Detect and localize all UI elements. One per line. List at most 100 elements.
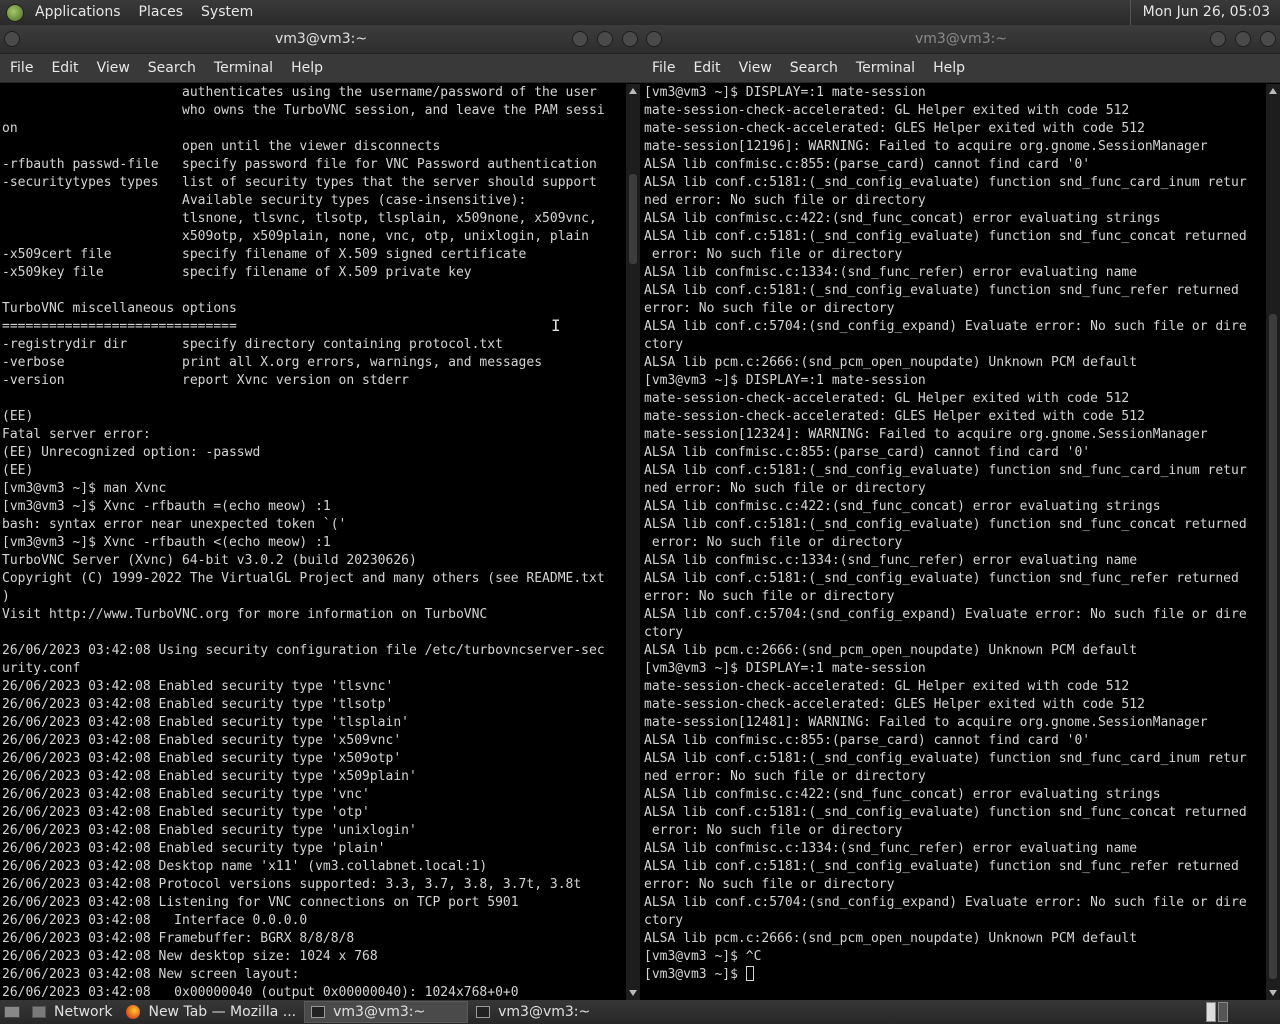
terminal-line: 26/06/2023 03:42:08 Protocol versions su… <box>2 877 582 892</box>
terminal-line: [vm3@vm3 ~]$ man Xvnc <box>2 481 167 496</box>
menu-terminal[interactable]: Terminal <box>847 60 924 76</box>
terminal-line: 26/06/2023 03:42:08 Enabled security typ… <box>2 805 370 820</box>
taskbar-item-firefox[interactable]: New Tab — Mozilla ... <box>120 1001 302 1023</box>
minimize-icon[interactable] <box>1210 31 1226 47</box>
window-titlebar[interactable]: vm3@vm3:~ <box>0 25 642 54</box>
terminal-line: -securitytypes types list of security ty… <box>2 175 597 190</box>
window-menu-icon[interactable] <box>646 31 662 47</box>
minimize-icon[interactable] <box>572 31 588 47</box>
menu-edit[interactable]: Edit <box>684 60 729 76</box>
workspace-2[interactable] <box>1218 1002 1228 1022</box>
terminal-line: 26/06/2023 03:42:08 Enabled security typ… <box>2 787 370 802</box>
show-desktop-icon[interactable] <box>4 1006 20 1018</box>
terminal-line: 26/06/2023 03:42:08 New screen layout: <box>2 967 300 982</box>
menu-edit[interactable]: Edit <box>42 60 87 76</box>
menu-file[interactable]: File <box>1 60 42 76</box>
terminal-prompt-line[interactable]: [vm3@vm3 ~]$ <box>644 966 1266 984</box>
prompt-text: [vm3@vm3 ~]$ <box>644 967 746 982</box>
terminal-output[interactable]: [vm3@vm3 ~]$ DISPLAY=:1 mate-session mate… <box>642 84 1266 1000</box>
terminal-line: 26/06/2023 03:42:08 Enabled security typ… <box>2 841 386 856</box>
scroll-down-icon[interactable] <box>1269 990 1277 996</box>
terminal-line: authenticates using the username/passwor… <box>2 85 597 100</box>
menu-search[interactable]: Search <box>139 60 205 76</box>
terminal-line: [vm3@vm3 ~]$ Xvnc -rfbauth =(echo meow) … <box>2 499 331 514</box>
menu-places[interactable]: Places <box>130 0 193 25</box>
scrollbar-thumb[interactable] <box>1269 314 1277 979</box>
taskbar-item-label: Network <box>54 1004 113 1020</box>
scrollbar[interactable] <box>1266 84 1280 1000</box>
workspace-switcher[interactable] <box>1206 1002 1228 1022</box>
menu-view[interactable]: View <box>88 60 139 76</box>
terminal-menubar: File Edit View Search Terminal Help <box>0 54 642 83</box>
menu-terminal[interactable]: Terminal <box>205 60 282 76</box>
terminal-line: ALSA lib conf.c:5181:(_snd_config_evalua… <box>644 751 1247 766</box>
menu-help[interactable]: Help <box>282 60 332 76</box>
terminal-line: mate-session[12481]: WARNING: Failed to … <box>644 715 1208 730</box>
terminal-line: 26/06/2023 03:42:08 Interface 0.0.0.0 <box>2 913 308 928</box>
maximize-icon[interactable] <box>1235 31 1251 47</box>
menu-applications[interactable]: Applications <box>26 0 130 25</box>
terminal-line: mate-session[12324]: WARNING: Failed to … <box>644 427 1208 442</box>
terminal-line: error: No such file or directory <box>644 535 903 550</box>
terminal-line: ALSA lib conf.c:5181:(_snd_config_evalua… <box>644 517 1247 532</box>
terminal-line: TurboVNC Server (Xvnc) 64-bit v3.0.2 (bu… <box>2 553 417 568</box>
taskbar-item-label: New Tab — Mozilla ... <box>148 1004 297 1020</box>
scroll-down-icon[interactable] <box>629 990 637 996</box>
close-icon[interactable] <box>1260 31 1276 47</box>
taskbar-item-terminal-1[interactable]: vm3@vm3:~ <box>304 1001 469 1023</box>
mate-logo-icon[interactable] <box>6 3 24 22</box>
terminal-icon <box>311 1006 326 1018</box>
terminal-menubar: File Edit View Search Terminal Help <box>642 54 1280 83</box>
terminal-line: mate-session[12196]: WARNING: Failed to … <box>644 139 1208 154</box>
terminal-line: ALSA lib confmisc.c:855:(parse_card) can… <box>644 157 1091 172</box>
terminal-line: ned error: No such file or directory <box>644 481 926 496</box>
window-title: vm3@vm3:~ <box>274 31 368 47</box>
terminal-line: -verbose print all X.org errors, warning… <box>2 355 543 370</box>
clock[interactable]: Mon Jun 26, 05:03 <box>1129 0 1280 25</box>
terminal-line: 26/06/2023 03:42:08 0x00000040 (output 0… <box>2 985 519 1000</box>
terminal-line: ALSA lib pcm.c:2666:(snd_pcm_open_noupda… <box>644 355 1138 370</box>
menu-help[interactable]: Help <box>924 60 974 76</box>
terminal-line: mate-session-check-accelerated: GL Helpe… <box>644 679 1130 694</box>
taskbar-item-network[interactable]: Network <box>26 1001 118 1023</box>
terminal-line: TurboVNC miscellaneous options <box>2 301 237 316</box>
terminal-line: ctory <box>644 337 684 352</box>
terminal-output[interactable]: authenticates using the username/passwor… <box>0 84 624 1000</box>
scrollbar[interactable] <box>626 84 640 1000</box>
terminal-line: ALSA lib confmisc.c:422:(snd_func_concat… <box>644 787 1161 802</box>
terminal-line: mate-session-check-accelerated: GL Helpe… <box>644 103 1130 118</box>
taskbar-item-label: vm3@vm3:~ <box>333 1004 426 1020</box>
terminal-line: ALSA lib confmisc.c:1334:(snd_func_refer… <box>644 553 1138 568</box>
workspace-1[interactable] <box>1206 1002 1216 1022</box>
terminal-line: who owns the TurboVNC session, and leave… <box>2 103 605 118</box>
taskbar-item-terminal-2[interactable]: vm3@vm3:~ <box>470 1001 596 1023</box>
terminal-line: ned error: No such file or directory <box>644 193 926 208</box>
window-titlebar[interactable]: vm3@vm3:~ <box>642 25 1280 54</box>
window-menu-icon[interactable] <box>4 31 20 47</box>
terminal-line: ctory <box>644 625 684 640</box>
menu-system[interactable]: System <box>192 0 262 25</box>
scroll-up-icon[interactable] <box>1269 88 1277 94</box>
terminal-window-left[interactable]: vm3@vm3:~ File Edit View Search Terminal… <box>0 25 642 1000</box>
terminal-line: [vm3@vm3 ~]$ DISPLAY=:1 mate-session <box>644 661 926 676</box>
terminal-line: 26/06/2023 03:42:08 Desktop name 'x11' (… <box>2 859 488 874</box>
scrollbar-thumb[interactable] <box>629 174 637 264</box>
menu-file[interactable]: File <box>643 60 684 76</box>
close-icon[interactable] <box>622 31 638 47</box>
terminal-line: 26/06/2023 03:42:08 Enabled security typ… <box>2 733 402 748</box>
window-title: vm3@vm3:~ <box>914 31 1008 47</box>
terminal-window-right[interactable]: vm3@vm3:~ File Edit View Search Terminal… <box>642 25 1280 1000</box>
menu-view[interactable]: View <box>730 60 781 76</box>
maximize-icon[interactable] <box>597 31 613 47</box>
terminal-line: Available security types (case-insensiti… <box>2 193 527 208</box>
folder-icon <box>32 1006 46 1018</box>
terminal-line: (EE) <box>2 463 34 478</box>
terminal-line: ALSA lib conf.c:5704:(snd_config_expand)… <box>644 607 1247 622</box>
terminal-line: 26/06/2023 03:42:08 Enabled security typ… <box>2 751 402 766</box>
menu-search[interactable]: Search <box>781 60 847 76</box>
terminal-line: Copyright (C) 1999-2022 The VirtualGL Pr… <box>2 571 605 586</box>
taskbar-item-label: vm3@vm3:~ <box>498 1004 591 1020</box>
scroll-up-icon[interactable] <box>629 88 637 94</box>
